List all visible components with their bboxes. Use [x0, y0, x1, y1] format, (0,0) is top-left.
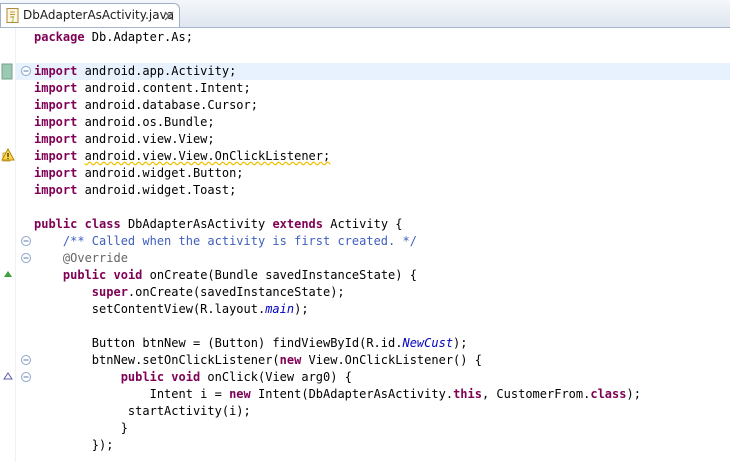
- code-line-package: package Db.Adapter.As;: [34, 30, 193, 44]
- code-line-import: import android.content.Intent;: [34, 81, 251, 95]
- svg-text:J: J: [11, 16, 14, 23]
- code-line-import: import android.database.Cursor;: [34, 98, 258, 112]
- implements-arrow-icon[interactable]: [3, 372, 13, 380]
- left-ruler: [0, 28, 15, 462]
- code-line-brace: }: [120, 421, 128, 435]
- code-line-statement: Button btnNew = (Button) findViewById(R.…: [91, 336, 468, 350]
- code-line-statement: Intent i = new Intent(DbAdapterAsActivit…: [149, 387, 641, 401]
- code-line-brace: });: [91, 438, 114, 452]
- code-line-statement: super.onCreate(savedInstanceState);: [91, 285, 345, 299]
- code-line-comment: /** Called when the activity is first cr…: [62, 234, 417, 248]
- code-editor[interactable]: package Db.Adapter.As; import android.ap…: [16, 28, 730, 462]
- code-line-method-decl: public void onClick(View arg0) {: [120, 370, 352, 384]
- code-line-import: import android.app.Activity;: [34, 64, 237, 78]
- code-line-statement: btnNew.setOnClickListener(new View.OnCli…: [91, 353, 482, 367]
- code-line-import: import android.os.Bundle;: [34, 115, 215, 129]
- code-line-statement: startActivity(i);: [127, 404, 251, 418]
- editor-tab[interactable]: J DbAdapterAsActivity.java: [0, 3, 180, 27]
- code-line-method-decl: public void onCreate(Bundle savedInstanc…: [62, 268, 417, 282]
- code-line-import: import android.widget.Toast;: [34, 183, 237, 197]
- close-icon[interactable]: [164, 11, 174, 21]
- editor-tab-bar: J DbAdapterAsActivity.java: [0, 0, 730, 28]
- code-line-annotation: @Override: [62, 251, 128, 265]
- code-line-import: import android.view.View;: [34, 132, 215, 146]
- code-line-import-warning: import android.view.View.OnClickListener…: [34, 149, 331, 163]
- override-arrow-icon[interactable]: [3, 270, 13, 278]
- quick-diff-icon: [1, 63, 13, 80]
- java-file-icon: J: [6, 8, 19, 23]
- code-line-import: import android.widget.Button;: [34, 166, 244, 180]
- warning-icon[interactable]: [1, 148, 15, 162]
- tab-title: DbAdapterAsActivity.java: [23, 8, 175, 22]
- code-line-statement: setContentView(R.layout.main);: [91, 302, 309, 316]
- code-line-class-decl: public class DbAdapterAsActivity extends…: [34, 217, 403, 231]
